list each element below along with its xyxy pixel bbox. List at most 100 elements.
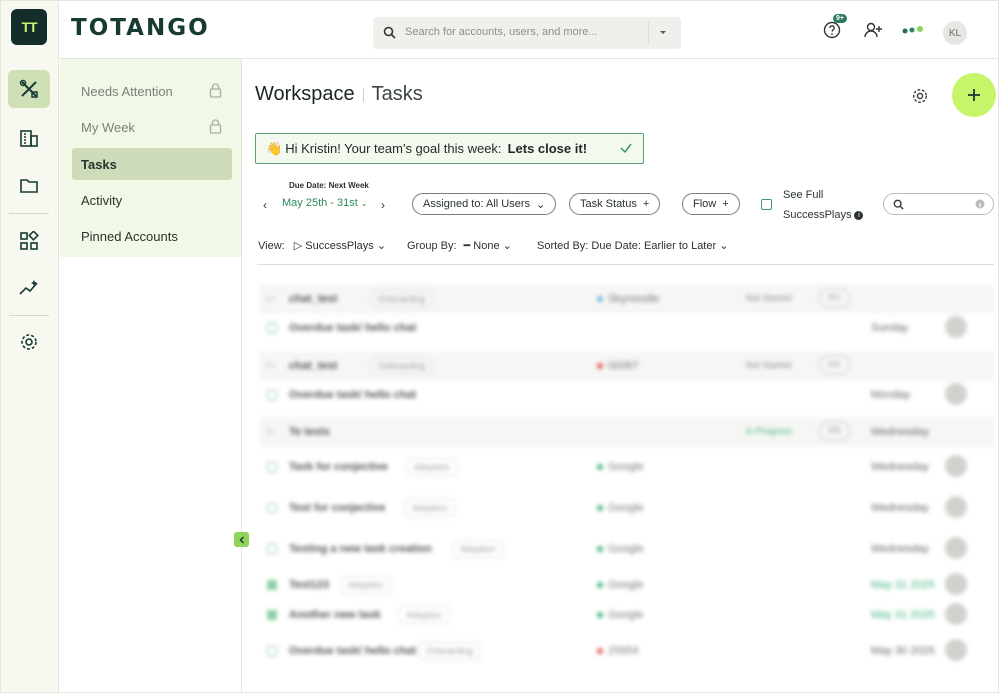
insights-icon[interactable] [8,269,50,307]
task-name[interactable]: Task for conjective [289,461,388,473]
subnav-item-activity[interactable]: Activity [72,184,232,216]
group-by-selector[interactable]: Group By: ━ None ⌄ [407,239,512,252]
assignee-avatar[interactable] [945,537,967,559]
collapse-sidebar-button[interactable] [234,532,249,547]
task-checkbox[interactable] [267,544,277,554]
assignee-avatar[interactable] [945,573,967,595]
chevron-down-icon: ⌄ [502,240,512,252]
task-checkbox[interactable] [267,323,277,333]
search-icon [383,26,396,39]
task-due-date[interactable]: Monday [871,389,910,401]
add-user-icon[interactable] [863,21,883,39]
task-row[interactable]: Test for conjective Adoption Google Wednesd… [259,493,994,523]
chevron-left-icon [238,535,244,544]
chevron-down-icon[interactable] [656,25,670,39]
subnav-item-needs-attention[interactable]: Needs Attention [72,75,232,107]
task-account[interactable]: 25654 [597,645,639,657]
task-account[interactable]: Google [597,502,643,514]
building-icon[interactable] [8,119,50,157]
task-group-row[interactable]: ▷ Te tests In Progress 2/5 Wednesday [259,417,994,447]
task-name[interactable]: Another new task [289,609,381,621]
task-status-filter[interactable]: Task Status + [569,193,661,215]
apps-dots-icon[interactable] [902,25,924,35]
dashboard-grid-icon[interactable] [8,222,50,260]
assignee-avatar[interactable] [945,383,967,405]
add-task-button[interactable] [952,73,996,117]
task-name[interactable]: Overdue task/ hello chat [289,322,416,334]
expand-icon[interactable]: ▷ [267,360,275,371]
app-logo[interactable]: TT [11,9,47,45]
task-group-row[interactable]: ▷ chat_test Onboarding 00067 Not Started 0/1 [259,351,994,381]
assignee-avatar[interactable] [945,316,967,338]
assigned-filter[interactable]: Assigned to: All Users ⌄ [412,193,557,215]
subnav-item-pinned-accounts[interactable]: Pinned Accounts [72,220,232,252]
task-due-date[interactable]: May 30 2025 [871,645,935,657]
task-name[interactable]: Te tests [289,426,330,438]
due-date-range[interactable]: May 25th - 31st ⌄ [282,197,368,209]
task-search-input[interactable] [883,193,994,215]
task-row[interactable]: Overdue task/ hello chat Monday [259,380,994,410]
task-due-date[interactable]: Wednesday [871,543,929,555]
task-checkbox[interactable] [267,610,277,620]
assignee-avatar[interactable] [945,496,967,518]
task-name[interactable]: chat_test [289,293,337,305]
task-name[interactable]: Test for conjective [289,502,385,514]
tools-icon[interactable] [8,70,50,108]
task-checkbox[interactable] [267,462,277,472]
assignee-avatar[interactable] [945,455,967,477]
task-group-row[interactable]: ▷ chat_test Onboarding Skynoodle Not Started… [259,284,994,314]
group-progress-count: 2/5 [819,421,850,441]
expand-icon[interactable]: ▷ [267,426,275,437]
task-name[interactable]: chat_test [289,360,337,372]
task-checkbox[interactable] [267,646,277,656]
next-week-icon[interactable]: › [381,198,385,212]
prev-week-icon[interactable]: ‹ [263,198,267,212]
task-row[interactable]: Overdue task/ hello chat Onboarding 25654 M… [259,636,994,666]
subnav-item-my-week[interactable]: My Week [72,111,232,143]
task-name[interactable]: Overdue task/ hello chat [289,389,416,401]
task-row[interactable]: Testing a new task creation Adoption Googl… [259,534,994,564]
see-full-successplays-checkbox[interactable] [761,199,772,210]
task-account[interactable]: Google [597,579,643,591]
task-due-date[interactable]: Wednesday [871,426,929,438]
task-row[interactable]: Task for conjective Adoption Google Wednesd… [259,452,994,482]
task-account[interactable]: Skynoodle [597,293,659,305]
task-name[interactable]: Test123 [289,579,329,591]
page-settings-icon[interactable] [911,87,929,105]
task-account[interactable]: Google [597,543,643,555]
task-name[interactable]: Overdue task/ hello chat [289,645,416,657]
task-row[interactable]: Test123 Adoption Google May 31 2025 [259,570,994,600]
assignee-avatar[interactable] [945,639,967,661]
help-icon[interactable] [823,21,841,39]
lock-icon [209,83,222,98]
flow-filter[interactable]: Flow + [682,193,740,215]
top-bar: TOTANGO Search for accounts, users, and … [59,1,998,59]
task-tag: Adoption [399,606,449,624]
settings-gear-icon[interactable] [8,323,50,361]
task-checkbox[interactable] [267,503,277,513]
assignee-avatar[interactable] [945,603,967,625]
task-due-date[interactable]: May 31 2025 [871,579,935,591]
task-account[interactable]: Google [597,461,643,473]
global-search[interactable]: Search for accounts, users, and more... [373,17,681,49]
sort-selector[interactable]: Sorted By: Due Date: Earlier to Later ⌄ [537,239,728,252]
expand-icon[interactable]: ▷ [267,293,275,304]
info-icon[interactable]: i [854,210,864,220]
view-selector[interactable]: View: ▷ SuccessPlays ⌄ [258,239,386,252]
task-due-date[interactable]: Sunday [871,322,908,334]
user-avatar[interactable]: KL [943,21,967,45]
task-due-date[interactable]: Wednesday [871,502,929,514]
task-account[interactable]: 00067 [597,360,639,372]
task-name[interactable]: Testing a new task creation [289,543,432,555]
task-due-date[interactable]: May 31 2025 [871,609,935,621]
task-row[interactable]: Overdue task/ hello chat Sunday [259,313,994,343]
folder-icon[interactable] [8,166,50,204]
task-status-label: Task Status [580,198,637,210]
task-checkbox[interactable] [267,580,277,590]
task-checkbox[interactable] [267,390,277,400]
chevron-down-icon: ⌄ [376,240,387,252]
task-row[interactable]: Another new task Adoption Google May 31 202… [259,600,994,630]
task-due-date[interactable]: Wednesday [871,461,929,473]
task-account[interactable]: Google [597,609,643,621]
subnav-item-tasks[interactable]: Tasks [72,148,232,180]
